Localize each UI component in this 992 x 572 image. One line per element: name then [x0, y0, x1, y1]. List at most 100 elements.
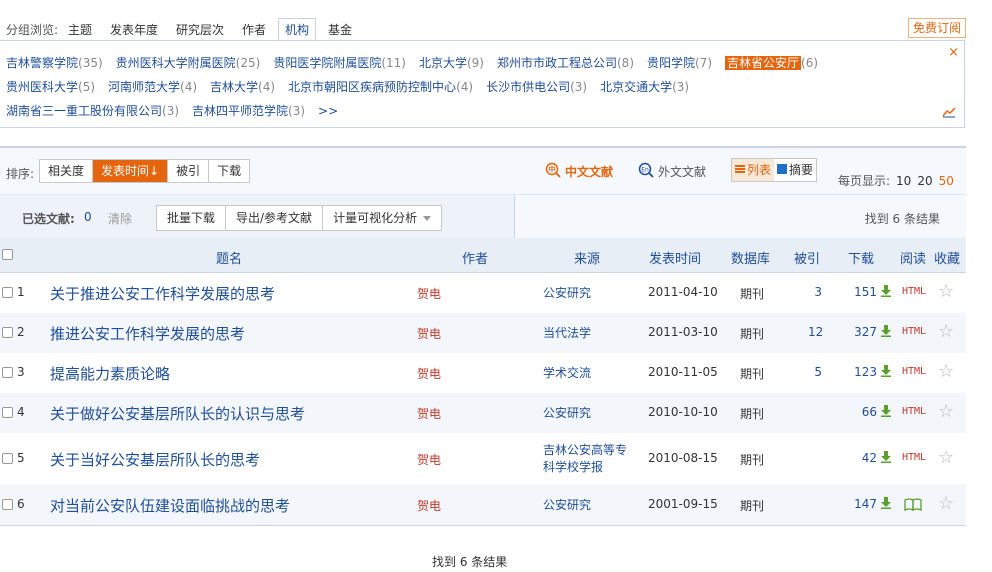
database-type: 期刊: [740, 327, 765, 341]
star-icon[interactable]: ☆: [938, 321, 954, 342]
clear-button[interactable]: 清除: [108, 210, 132, 227]
per-page-10[interactable]: 10: [896, 174, 911, 188]
source-link[interactable]: 学术交流: [543, 365, 631, 382]
sort-label: 排序:: [6, 167, 35, 181]
facet-item[interactable]: 湖南省三一重工股份有限公司(3): [6, 102, 179, 119]
html-read-icon[interactable]: HTML: [902, 452, 926, 463]
download-icon[interactable]: [880, 325, 892, 340]
header-title[interactable]: 题名: [216, 248, 242, 267]
batch-download-button[interactable]: 批量下载: [157, 206, 227, 230]
star-icon[interactable]: ☆: [938, 361, 954, 382]
star-icon[interactable]: ☆: [938, 281, 954, 302]
cite-count[interactable]: 12: [808, 325, 823, 339]
facet-item[interactable]: 吉林四平师范学院(3): [192, 102, 305, 119]
sort-download-button[interactable]: 下载: [209, 160, 249, 182]
facet-item[interactable]: 贵阳医学院附属医院(11): [273, 54, 406, 71]
source-link[interactable]: 公安研究: [543, 405, 631, 422]
book-read-icon[interactable]: [904, 498, 922, 514]
tab-level[interactable]: 研究层次: [176, 21, 224, 38]
export-reference-button[interactable]: 导出/参考文献: [226, 206, 324, 230]
sort-cite-button[interactable]: 被引: [168, 160, 210, 182]
author-link[interactable]: 贺电: [417, 497, 441, 514]
article-title-link[interactable]: 关于推进公安工作科学发展的思考: [50, 283, 275, 304]
author-link[interactable]: 贺电: [417, 365, 441, 382]
select-all-checkbox[interactable]: [2, 249, 13, 260]
article-title-link[interactable]: 推进公安工作科学发展的思考: [50, 323, 245, 344]
facet-item[interactable]: 贵州医科大学(5): [6, 78, 95, 95]
download-icon[interactable]: [880, 451, 892, 466]
download-count[interactable]: 147: [850, 497, 892, 512]
facet-item[interactable]: 贵阳学院(7): [647, 54, 712, 71]
article-title-link[interactable]: 提高能力素质论略: [50, 363, 170, 384]
html-read-icon[interactable]: HTML: [902, 286, 926, 297]
header-cite[interactable]: 被引: [794, 248, 820, 267]
source-link[interactable]: 当代法学: [543, 325, 631, 342]
tab-author[interactable]: 作者: [242, 21, 266, 38]
download-count[interactable]: 123: [850, 365, 892, 380]
header-date[interactable]: 发表时间: [649, 248, 701, 267]
star-icon[interactable]: ☆: [938, 447, 954, 468]
per-page-20[interactable]: 20: [917, 174, 932, 188]
sort-bar: 排序: 相关度 发表时间↓ 被引 下载 中 中文文献 En 外文文献 列表 摘要…: [0, 146, 966, 196]
row-checkbox[interactable]: [2, 407, 13, 418]
tab-year[interactable]: 发表年度: [110, 21, 158, 38]
article-title-link[interactable]: 对当前公安队伍建设面临挑战的思考: [50, 495, 290, 516]
facet-item[interactable]: 北京市朝阳区疾病预防控制中心(4): [288, 78, 473, 95]
header-download[interactable]: 下载: [848, 248, 874, 267]
sort-relevance-button[interactable]: 相关度: [40, 160, 94, 182]
facet-item[interactable]: 吉林大学(4): [210, 78, 275, 95]
author-link[interactable]: 贺电: [417, 405, 441, 422]
download-count[interactable]: 42: [850, 451, 892, 466]
per-page-50[interactable]: 50: [939, 174, 954, 188]
download-count[interactable]: 151: [850, 285, 892, 300]
more-link[interactable]: >>: [318, 104, 338, 118]
facet-item[interactable]: 北京大学(9): [419, 54, 484, 71]
author-link[interactable]: 贺电: [417, 325, 441, 342]
facet-item-selected[interactable]: 吉林省公安厅 (6): [725, 54, 818, 71]
source-link[interactable]: 公安研究: [543, 497, 631, 514]
download-count[interactable]: 66: [850, 405, 892, 420]
download-icon[interactable]: [880, 497, 892, 512]
facet-item[interactable]: 长沙市供电公司(3): [486, 78, 587, 95]
author-link[interactable]: 贺电: [417, 285, 441, 302]
download-icon[interactable]: [880, 405, 892, 420]
table-row: 5 关于当好公安基层所队长的思考 贺电 吉林公安高等专科学校学报 2010-08-15 期…: [0, 433, 966, 485]
author-link[interactable]: 贺电: [417, 451, 441, 468]
facet-item[interactable]: 郑州市市政工程总公司(8): [497, 54, 634, 71]
facet-item[interactable]: 吉林警察学院(35): [6, 54, 103, 71]
cite-count[interactable]: 5: [808, 365, 822, 379]
visual-analysis-button[interactable]: 计量可视化分析: [323, 206, 441, 230]
facet-item[interactable]: 北京交通大学(3): [600, 78, 689, 95]
list-view-button[interactable]: 列表: [732, 159, 775, 181]
star-icon[interactable]: ☆: [938, 493, 954, 514]
sort-date-button[interactable]: 发表时间↓: [93, 160, 169, 182]
row-checkbox[interactable]: [2, 499, 13, 510]
html-read-icon[interactable]: HTML: [902, 366, 926, 377]
download-count[interactable]: 327: [850, 325, 892, 340]
chart-icon[interactable]: [942, 106, 956, 121]
row-checkbox[interactable]: [2, 287, 13, 298]
abstract-view-button[interactable]: 摘要: [774, 159, 816, 181]
article-title-link[interactable]: 关于做好公安基层所队长的认识与思考: [50, 403, 305, 424]
close-icon[interactable]: ×: [948, 45, 959, 60]
facet-item[interactable]: 河南师范大学(4): [108, 78, 197, 95]
row-checkbox[interactable]: [2, 327, 13, 338]
star-icon[interactable]: ☆: [938, 401, 954, 422]
article-title-link[interactable]: 关于当好公安基层所队长的思考: [50, 449, 260, 470]
download-icon[interactable]: [880, 285, 892, 300]
cite-count[interactable]: 3: [808, 285, 822, 299]
row-checkbox[interactable]: [2, 367, 13, 378]
facet-item[interactable]: 贵州医科大学附属医院(25): [116, 54, 261, 71]
row-checkbox[interactable]: [2, 453, 13, 464]
tab-fund[interactable]: 基金: [328, 21, 352, 38]
html-read-icon[interactable]: HTML: [902, 326, 926, 337]
tab-institution[interactable]: 机构: [278, 18, 317, 42]
foreign-literature-link[interactable]: En 外文文献: [638, 162, 706, 181]
html-read-icon[interactable]: HTML: [902, 406, 926, 417]
source-link[interactable]: 吉林公安高等专科学校学报: [543, 442, 631, 476]
source-link[interactable]: 公安研究: [543, 285, 631, 302]
chinese-literature-link[interactable]: 中 中文文献: [545, 162, 613, 181]
tab-topic[interactable]: 主题: [68, 21, 92, 38]
subscribe-button[interactable]: 免费订阅: [907, 18, 966, 38]
download-icon[interactable]: [880, 365, 892, 380]
